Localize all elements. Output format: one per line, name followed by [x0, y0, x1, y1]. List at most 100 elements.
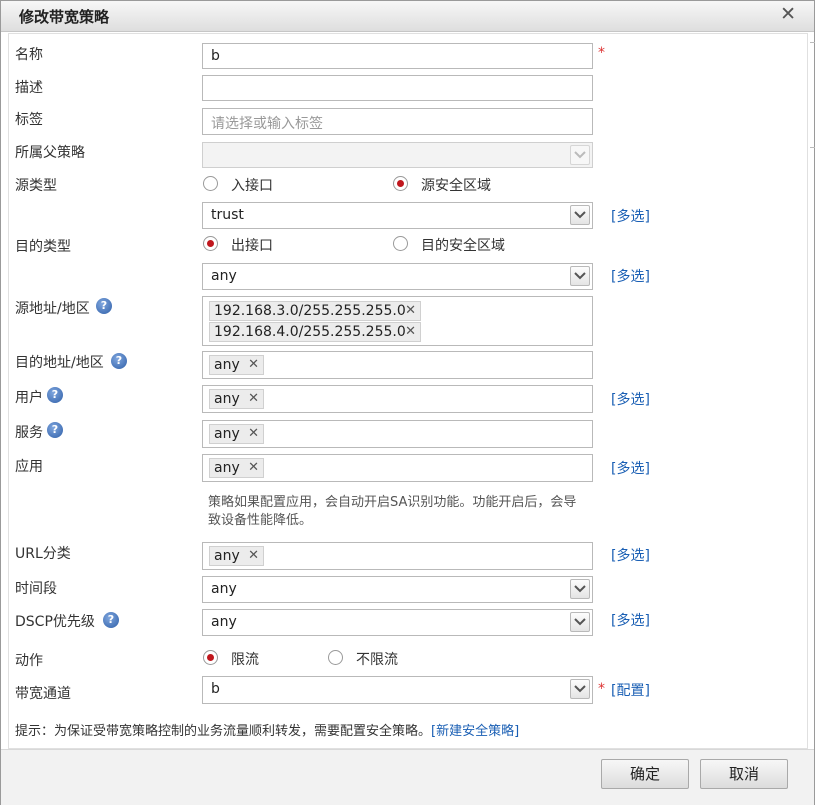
user-input[interactable]: any ✕ [202, 385, 593, 413]
name-value: b [211, 48, 220, 64]
action-label: 动作 [15, 653, 43, 669]
remove-tag-icon[interactable]: ✕ [248, 459, 259, 477]
dscp-select[interactable]: any [202, 609, 593, 636]
address-tag-text: 192.168.3.0/255.255.255.0 [214, 303, 406, 319]
dest-address-label: 目的地址/地区 [15, 355, 104, 371]
user-label: 用户 [15, 390, 43, 406]
time-range-select[interactable]: any [202, 576, 593, 603]
application-tag: any ✕ [209, 458, 264, 478]
help-icon[interactable]: ? [103, 612, 119, 628]
source-type-label: 源类型 [15, 178, 57, 194]
help-icon[interactable]: ? [96, 298, 112, 314]
service-tag-text: any [214, 426, 240, 442]
dialog-title: 修改带宽策略 [19, 8, 110, 26]
time-range-value: any [211, 581, 237, 597]
radio-dest-zone[interactable] [393, 236, 408, 251]
source-address-input[interactable]: 192.168.3.0/255.255.255.0 ✕ 192.168.4.0/… [202, 296, 593, 346]
url-category-input[interactable]: any ✕ [202, 542, 593, 570]
url-category-label: URL分类 [15, 546, 71, 562]
parent-policy-label: 所属父策略 [15, 145, 85, 161]
dialog-footer [1, 749, 814, 805]
cancel-button[interactable]: 取消 [700, 759, 788, 789]
radio-source-zone-label: 源安全区域 [421, 178, 491, 194]
chevron-down-icon[interactable] [570, 205, 590, 225]
security-policy-hint: 提示：为保证受带宽策略控制的业务流量顺利转发，需要配置安全策略。[新建安全策略] [15, 720, 519, 739]
tags-input[interactable]: 请选择或输入标签 [202, 108, 593, 135]
remove-tag-icon[interactable]: ✕ [405, 302, 416, 320]
user-multiselect-link[interactable]: [多选] [611, 389, 650, 409]
radio-inbound-interface-label: 入接口 [231, 178, 273, 194]
service-label: 服务 [15, 425, 43, 441]
chevron-down-icon[interactable] [570, 612, 590, 632]
description-label: 描述 [15, 80, 43, 96]
parent-policy-select [202, 142, 593, 168]
radio-source-zone[interactable] [393, 176, 408, 191]
remove-tag-icon[interactable]: ✕ [248, 425, 259, 443]
tags-label: 标签 [15, 112, 43, 128]
ok-button[interactable]: 确定 [601, 759, 689, 789]
chevron-down-icon [570, 145, 590, 165]
url-category-tag-text: any [214, 548, 240, 564]
remove-tag-icon[interactable]: ✕ [248, 356, 259, 374]
address-tag: 192.168.3.0/255.255.255.0 ✕ [209, 301, 421, 321]
dest-interface-value: any [211, 268, 237, 284]
dest-interface-multiselect-link[interactable]: [多选] [611, 266, 650, 286]
radio-rate-limit-label: 限流 [231, 652, 259, 668]
application-note: 策略如果配置应用，会自动开启SA识别功能。功能开启后，会导致设备性能降低。 [208, 495, 577, 528]
address-tag: any ✕ [209, 355, 264, 375]
remove-tag-icon[interactable]: ✕ [248, 390, 259, 408]
bandwidth-channel-select[interactable]: b [202, 676, 593, 704]
dialog-titlebar: 修改带宽策略 ✕ [1, 1, 814, 32]
dest-type-label: 目的类型 [15, 239, 71, 255]
required-marker: * [598, 681, 605, 697]
description-input[interactable] [202, 75, 593, 101]
source-zone-select[interactable]: trust [202, 202, 593, 229]
radio-inbound-interface[interactable] [203, 176, 218, 191]
address-tag-text: any [214, 357, 240, 373]
dest-address-input[interactable]: any ✕ [202, 351, 593, 379]
user-tag: any ✕ [209, 389, 264, 409]
help-icon[interactable]: ? [111, 353, 127, 369]
background-edge [810, 147, 815, 148]
source-zone-multiselect-link[interactable]: [多选] [611, 206, 650, 226]
time-range-label: 时间段 [15, 581, 57, 597]
remove-tag-icon[interactable]: ✕ [405, 323, 416, 341]
help-icon[interactable]: ? [47, 387, 63, 403]
chevron-down-icon[interactable] [570, 579, 590, 599]
radio-outbound-interface-label: 出接口 [231, 238, 273, 254]
background-edge [810, 42, 815, 43]
bandwidth-channel-config-link[interactable]: [配置] [611, 680, 650, 700]
help-icon[interactable]: ? [47, 422, 63, 438]
user-tag-text: any [214, 391, 240, 407]
new-security-policy-link[interactable]: [新建安全策略] [431, 724, 519, 739]
required-marker: * [598, 45, 605, 61]
address-tag: 192.168.4.0/255.255.255.0 ✕ [209, 322, 421, 342]
source-address-label: 源地址/地区 [15, 301, 90, 317]
hint-text: 提示：为保证受带宽策略控制的业务流量顺利转发，需要配置安全策略。 [15, 724, 432, 739]
service-input[interactable]: any ✕ [202, 420, 593, 448]
chevron-down-icon[interactable] [570, 679, 590, 699]
dscp-value: any [211, 614, 237, 630]
radio-no-rate-limit[interactable] [328, 650, 343, 665]
radio-dest-zone-label: 目的安全区域 [421, 238, 505, 254]
close-icon[interactable]: ✕ [780, 4, 796, 24]
application-tag-text: any [214, 460, 240, 476]
chevron-down-icon[interactable] [570, 266, 590, 286]
radio-rate-limit[interactable] [203, 650, 218, 665]
service-tag: any ✕ [209, 424, 264, 444]
url-category-multiselect-link[interactable]: [多选] [611, 545, 650, 565]
source-zone-value: trust [211, 207, 244, 223]
dest-interface-select[interactable]: any [202, 263, 593, 290]
dscp-multiselect-link[interactable]: [多选] [611, 610, 650, 630]
url-category-tag: any ✕ [209, 546, 264, 566]
application-label: 应用 [15, 459, 43, 475]
name-label: 名称 [15, 47, 43, 63]
remove-tag-icon[interactable]: ✕ [248, 547, 259, 565]
application-input[interactable]: any ✕ [202, 454, 593, 482]
bandwidth-channel-value: b [211, 681, 220, 697]
application-multiselect-link[interactable]: [多选] [611, 458, 650, 478]
bandwidth-channel-label: 带宽通道 [15, 686, 71, 702]
radio-outbound-interface[interactable] [203, 236, 218, 251]
name-input[interactable]: b [202, 43, 593, 69]
dscp-label: DSCP优先级 [15, 614, 95, 630]
